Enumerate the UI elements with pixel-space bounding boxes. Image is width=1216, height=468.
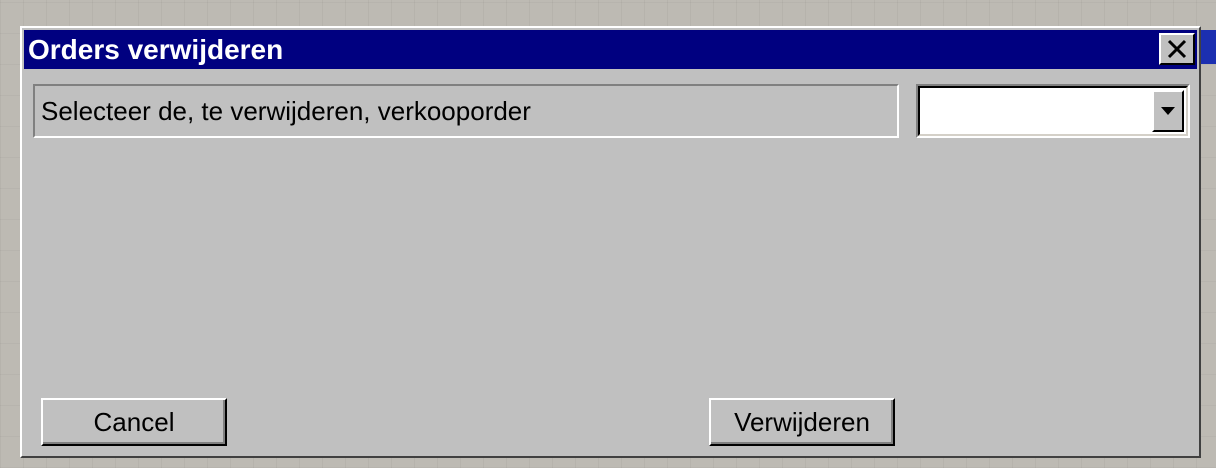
- order-select[interactable]: [916, 84, 1190, 138]
- close-icon: [1167, 39, 1187, 59]
- select-order-label: Selecteer de, te verwijderen, verkoopord…: [41, 96, 531, 126]
- dialog-title: Orders verwijderen: [28, 34, 284, 65]
- dialog-titlebar[interactable]: Orders verwijderen: [24, 30, 1197, 69]
- order-select-dropdown-button[interactable]: [1152, 90, 1184, 132]
- chevron-down-icon: [1161, 107, 1175, 115]
- order-select-field[interactable]: [918, 86, 1188, 136]
- orders-delete-dialog: Orders verwijderen Selecteer de, te verw…: [20, 26, 1201, 458]
- select-order-label-panel: Selecteer de, te verwijderen, verkoopord…: [33, 84, 899, 138]
- cancel-button[interactable]: Cancel: [41, 398, 227, 446]
- delete-button[interactable]: Verwijderen: [709, 398, 895, 446]
- close-button[interactable]: [1159, 33, 1195, 65]
- background-window-edge: [1199, 30, 1216, 64]
